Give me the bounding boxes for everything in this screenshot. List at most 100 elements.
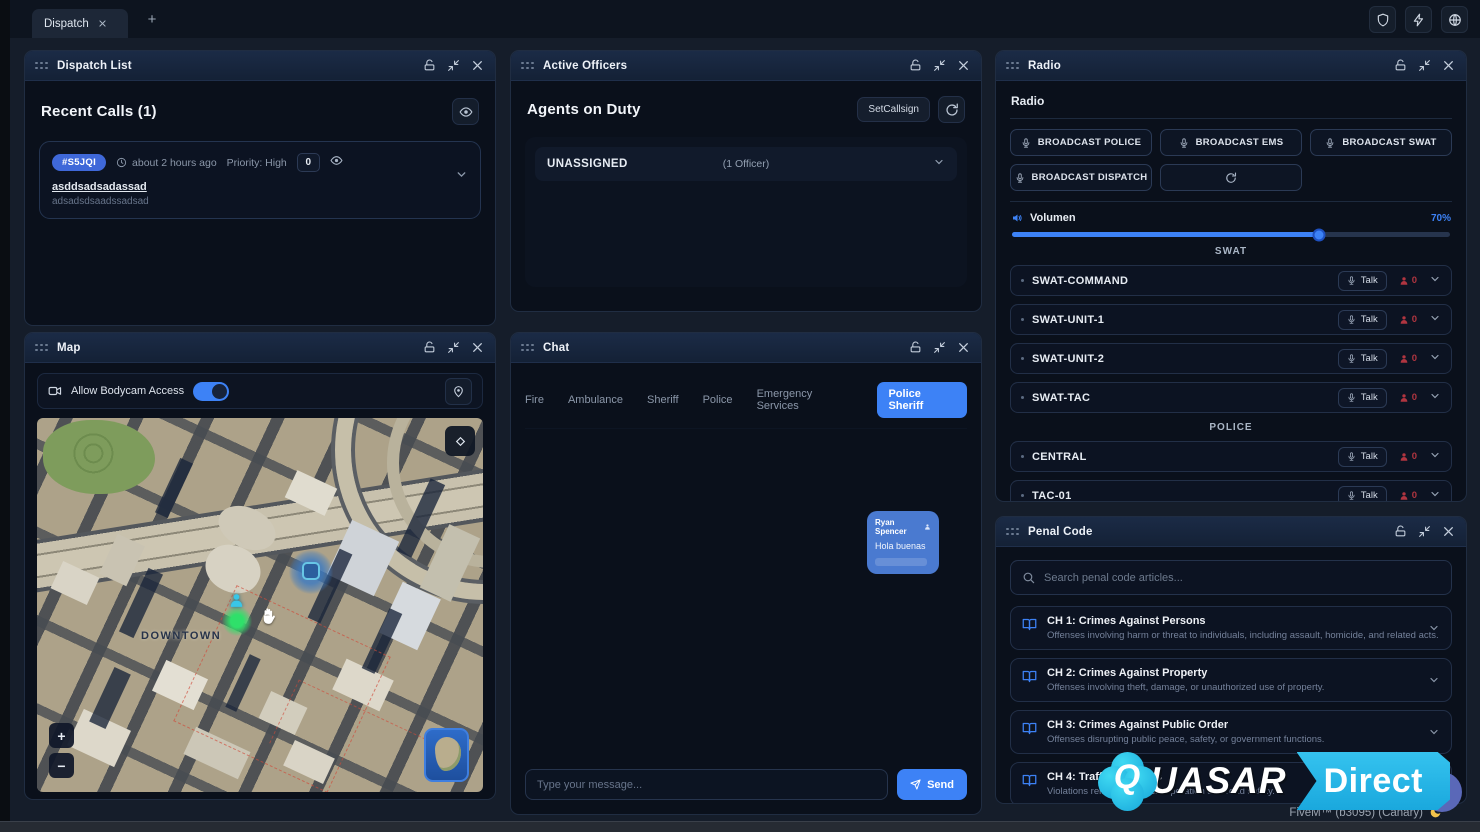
chat-panel: Chat Fire Ambulance Sheriff Police Emerg… [510,332,982,815]
tab-ambulance[interactable]: Ambulance [568,394,623,406]
bolt-button[interactable] [1405,6,1432,33]
officer-group-unassigned[interactable]: UNASSIGNED (1 Officer) [535,147,957,181]
volume-slider[interactable] [1012,232,1450,237]
close-icon[interactable] [1441,524,1456,539]
lock-icon[interactable] [422,340,437,355]
close-icon[interactable] [470,58,485,73]
collapse-icon[interactable] [446,58,461,73]
broadcast-police-button[interactable]: BROADCAST POLICE [1010,129,1152,156]
channel-name: SWAT-UNIT-1 [1032,314,1104,326]
chevron-down-icon[interactable] [1428,621,1440,639]
lock-icon[interactable] [1393,524,1408,539]
chevron-down-icon[interactable] [1429,487,1441,503]
zoom-out-button[interactable]: − [49,753,74,778]
send-button[interactable]: Send [897,769,967,800]
talk-button[interactable]: Talk [1338,310,1387,330]
talk-button[interactable]: Talk [1338,486,1387,503]
unit-marker[interactable] [289,550,333,594]
bodycam-toggle[interactable] [193,382,229,401]
lock-icon[interactable] [1393,58,1408,73]
recenter-button[interactable] [445,426,475,456]
active-officers-panel: Active Officers Agents on Duty SetCallsi… [510,50,982,312]
channel-row-central[interactable]: CENTRAL Talk 0 [1010,441,1452,472]
drag-handle-icon[interactable] [521,344,534,352]
channel-row-swat-unit-2[interactable]: SWAT-UNIT-2 Talk 0 [1010,343,1452,374]
collapse-icon[interactable] [1417,524,1432,539]
player-blip[interactable] [219,596,255,632]
close-icon[interactable] [470,340,485,355]
zoom-in-button[interactable]: + [49,723,74,748]
chevron-down-icon[interactable] [1429,350,1441,368]
close-icon[interactable] [956,340,971,355]
drag-handle-icon[interactable] [35,344,48,352]
close-icon[interactable] [956,58,971,73]
set-callsign-button[interactable]: SetCallsign [857,97,930,122]
drag-handle-icon[interactable] [1006,62,1019,70]
dispatch-list-header[interactable]: Dispatch List [25,51,495,81]
broadcast-dispatch-button[interactable]: BROADCAST DISPATCH [1010,164,1152,191]
chevron-down-icon[interactable] [1429,311,1441,329]
refresh-radio-button[interactable] [1160,164,1302,191]
channel-row-swat-command[interactable]: SWAT-COMMAND Talk 0 [1010,265,1452,296]
refresh-officers-button[interactable] [938,96,965,123]
toggle-visibility-button[interactable] [452,98,479,125]
lock-icon[interactable] [908,58,923,73]
drag-handle-icon[interactable] [521,62,534,70]
view-call-button[interactable] [330,154,343,172]
tab-close-icon[interactable] [98,19,107,28]
collapse-icon[interactable] [446,340,461,355]
penal-search-input[interactable] [1044,572,1440,584]
person-icon [1399,393,1409,403]
chevron-down-icon[interactable] [1428,673,1440,691]
penal-chapter-2[interactable]: CH 2: Crimes Against Property Offenses i… [1010,658,1452,702]
lock-icon[interactable] [908,340,923,355]
channel-row-swat-tac[interactable]: SWAT-TAC Talk 0 [1010,382,1452,413]
lock-icon[interactable] [422,58,437,73]
satellite-map[interactable]: DOWNTOWN + − [37,418,483,792]
call-card[interactable]: #S5JQI about 2 hours ago Priority: High … [39,141,481,219]
chat-header[interactable]: Chat [511,333,981,363]
map-pin-button[interactable] [445,378,472,405]
tab-police-sheriff-active[interactable]: Police Sheriff [877,382,967,418]
chevron-down-icon[interactable] [1429,272,1441,290]
collapse-icon[interactable] [932,58,947,73]
slider-thumb[interactable] [1312,228,1325,241]
talk-button[interactable]: Talk [1338,388,1387,408]
shield-button[interactable] [1369,6,1396,33]
collapse-icon[interactable] [1417,58,1432,73]
penal-search[interactable] [1010,560,1452,595]
penal-chapter-1[interactable]: CH 1: Crimes Against Persons Offenses in… [1010,606,1452,650]
channel-row-swat-unit-1[interactable]: SWAT-UNIT-1 Talk 0 [1010,304,1452,335]
tab-police[interactable]: Police [703,394,733,406]
chat-message-input[interactable] [525,769,888,800]
tab-sheriff[interactable]: Sheriff [647,394,679,406]
close-icon[interactable] [1441,58,1456,73]
globe-button[interactable] [1441,6,1468,33]
tab-emergency-services[interactable]: Emergency Services [757,388,854,412]
map-header[interactable]: Map [25,333,495,363]
chevron-down-icon[interactable] [1429,448,1441,466]
broadcast-ems-button[interactable]: BROADCAST EMS [1160,129,1302,156]
drag-handle-icon[interactable] [1006,528,1019,536]
radio-header[interactable]: Radio [996,51,1466,81]
channel-row-tac-01[interactable]: TAC-01 Talk 0 [1010,480,1452,502]
talk-button[interactable]: Talk [1338,349,1387,369]
talk-button[interactable]: Talk [1338,271,1387,291]
penal-code-header[interactable]: Penal Code [996,517,1466,547]
chevron-down-icon[interactable] [1429,389,1441,407]
drag-handle-icon[interactable] [35,62,48,70]
chat-message-bubble[interactable]: Ryan Spencer Hola buenas [867,511,939,574]
tab-fire[interactable]: Fire [525,394,544,406]
expand-call-button[interactable] [455,168,468,186]
tab-dispatch[interactable]: Dispatch [32,9,128,38]
chevron-down-icon[interactable] [1428,725,1440,743]
chevron-down-icon[interactable] [933,155,945,173]
collapse-icon[interactable] [932,340,947,355]
penal-chapter-3[interactable]: CH 3: Crimes Against Public Order Offens… [1010,710,1452,754]
book-icon [1022,617,1037,632]
active-officers-header[interactable]: Active Officers [511,51,981,81]
new-tab-button[interactable]: + [144,13,160,29]
broadcast-swat-button[interactable]: BROADCAST SWAT [1310,129,1452,156]
minimap-overview[interactable] [424,728,469,782]
talk-button[interactable]: Talk [1338,447,1387,467]
